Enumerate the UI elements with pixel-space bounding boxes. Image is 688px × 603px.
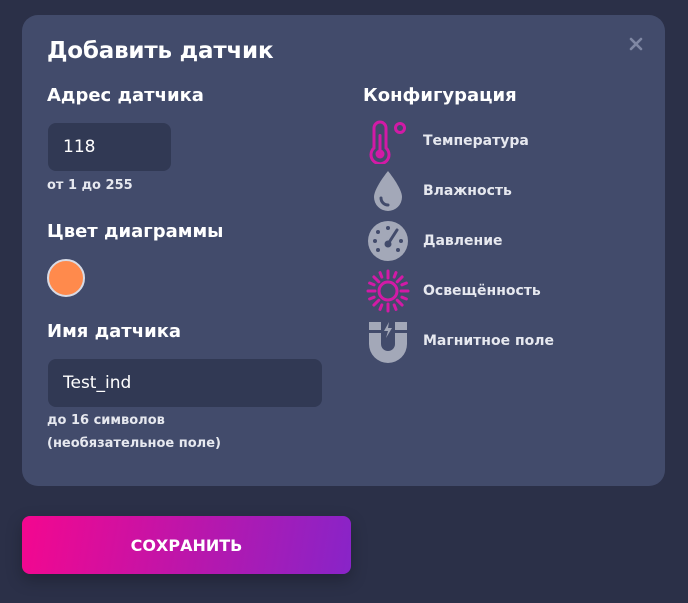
- config-label-temperature: Температура: [423, 133, 529, 149]
- sensor-name-hint-length: до 16 символов: [47, 413, 165, 428]
- water-drop-svg: [374, 171, 402, 211]
- configuration-label: Конфигурация: [363, 85, 517, 106]
- config-label-humidity: Влажность: [423, 183, 512, 199]
- gauge-svg: [368, 221, 408, 261]
- water-drop-icon[interactable]: [365, 168, 411, 214]
- add-sensor-dialog: Добавить датчик Адрес датчика от 1 до 25…: [22, 15, 665, 486]
- thermometer-icon[interactable]: [365, 118, 411, 164]
- sensor-name-hint-optional: (необязательное поле): [47, 436, 221, 451]
- config-item-humidity[interactable]: Влажность: [365, 168, 512, 214]
- sensor-name-label: Имя датчика: [47, 321, 182, 342]
- close-button[interactable]: [627, 35, 645, 53]
- config-item-magnetic-field[interactable]: Магнитное поле: [365, 318, 554, 364]
- sun-icon[interactable]: [365, 268, 411, 314]
- close-icon[interactable]: [629, 37, 643, 51]
- address-input[interactable]: [48, 123, 171, 171]
- config-item-temperature[interactable]: Температура: [365, 118, 529, 164]
- chart-color-picker[interactable]: [47, 259, 85, 297]
- config-label-pressure: Давление: [423, 233, 503, 249]
- magnet-icon[interactable]: [365, 318, 411, 364]
- config-item-illuminance[interactable]: Освещённость: [365, 268, 541, 314]
- config-label-magnetic-field: Магнитное поле: [423, 333, 554, 349]
- magnet-svg: [369, 322, 407, 363]
- config-item-pressure[interactable]: Давление: [365, 218, 503, 264]
- save-button[interactable]: СОХРАНИТЬ: [22, 516, 351, 574]
- chart-color-label: Цвет диаграммы: [47, 221, 224, 242]
- address-label: Адрес датчика: [47, 85, 204, 106]
- thermometer-svg: [369, 120, 406, 164]
- sensor-name-input[interactable]: [48, 359, 322, 407]
- dialog-title: Добавить датчик: [47, 38, 274, 64]
- sun-svg: [366, 269, 410, 313]
- gauge-icon[interactable]: [365, 218, 411, 264]
- config-label-illuminance: Освещённость: [423, 283, 541, 299]
- address-hint: от 1 до 255: [47, 178, 133, 193]
